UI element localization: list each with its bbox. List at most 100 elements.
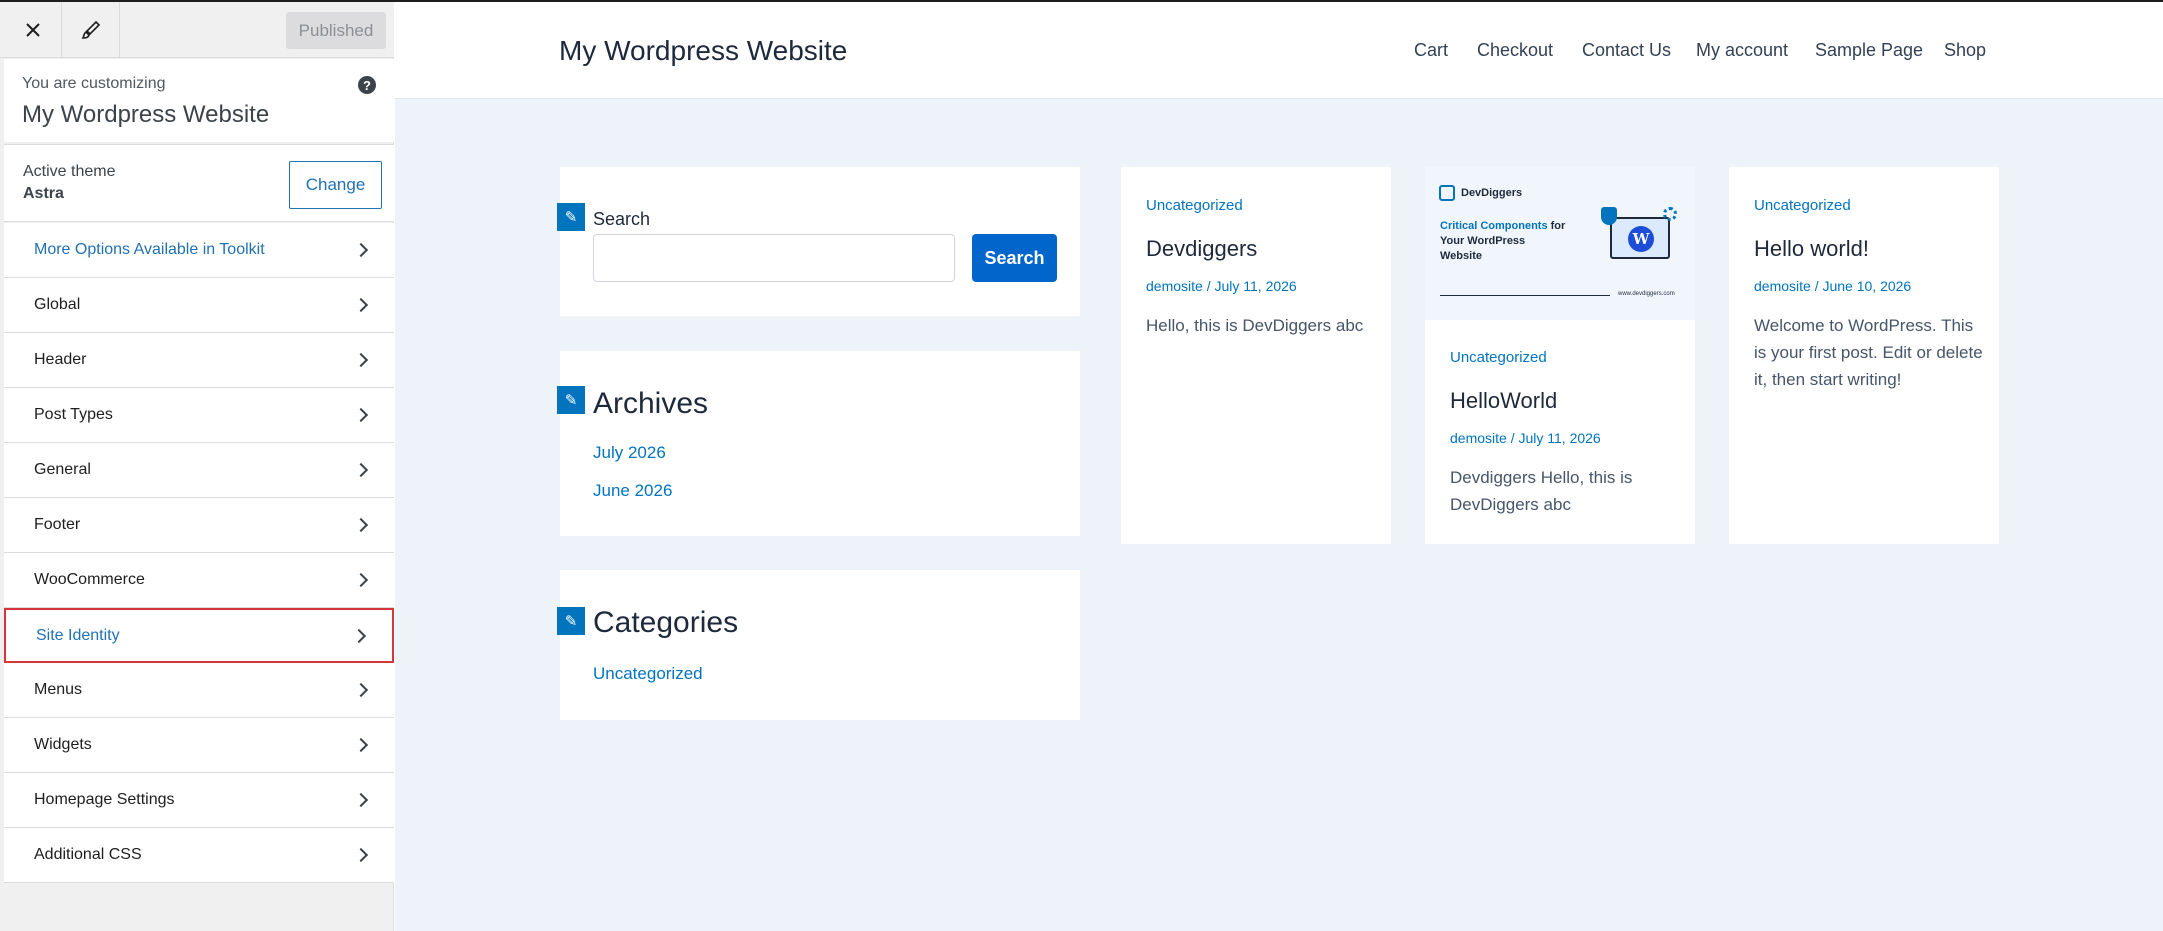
post-category[interactable]: Uncategorized xyxy=(1146,197,1243,214)
category-link[interactable]: Uncategorized xyxy=(593,664,703,684)
menu-item-widgets[interactable]: Widgets xyxy=(4,718,394,773)
customizer-app: Published You are customizing My Wordpre… xyxy=(0,0,2163,931)
customizer-topbar: Published xyxy=(0,2,394,58)
wordpress-icon: W xyxy=(1628,226,1654,252)
menu-item-additional-css[interactable]: Additional CSS xyxy=(4,828,394,883)
customizing-label: You are customizing xyxy=(22,75,166,92)
categories-widget: ✎ Categories Uncategorized xyxy=(557,570,1080,720)
menu-item-label: More Options Available in Toolkit xyxy=(34,241,265,258)
chevron-right-icon xyxy=(353,462,369,478)
close-button[interactable] xyxy=(4,2,62,58)
shield-icon xyxy=(1601,207,1617,225)
menu-item-footer[interactable]: Footer xyxy=(4,498,394,553)
chevron-right-icon xyxy=(353,242,369,258)
change-theme-button[interactable]: Change xyxy=(289,161,382,209)
post-title[interactable]: Hello world! xyxy=(1754,236,1869,262)
menu-item-site-identity[interactable]: Site Identity xyxy=(4,608,394,663)
post-card: DevDiggers Critical Components for Your … xyxy=(1425,167,1695,544)
menu-item-label: Global xyxy=(34,296,81,313)
menu-item-label: WooCommerce xyxy=(34,571,145,588)
menu-item-menus[interactable]: Menus xyxy=(4,663,394,718)
brush-icon xyxy=(81,20,100,39)
archive-link[interactable]: July 2026 xyxy=(593,443,666,463)
search-input[interactable] xyxy=(593,234,955,282)
post-category[interactable]: Uncategorized xyxy=(1754,197,1851,214)
menu-item-toolkit[interactable]: More Options Available in Toolkit xyxy=(4,223,394,278)
customizer-sidebar: Published You are customizing My Wordpre… xyxy=(0,2,394,931)
menu-item-label: Additional CSS xyxy=(34,846,142,863)
pencil-icon[interactable]: ✎ xyxy=(557,203,585,231)
chevron-right-icon xyxy=(353,407,369,423)
device-preview-button[interactable] xyxy=(62,2,120,58)
pencil-icon[interactable]: ✎ xyxy=(557,386,585,414)
archive-link[interactable]: June 2026 xyxy=(593,481,672,501)
search-widget: ✎ Search Search xyxy=(557,167,1080,316)
post-category[interactable]: Uncategorized xyxy=(1450,349,1547,366)
nav-item-contact-us[interactable]: Contact Us xyxy=(1582,40,1671,61)
menu-item-label: Menus xyxy=(34,681,83,698)
active-theme-section: Active theme Astra Change xyxy=(4,144,394,222)
nav-item-sample-page[interactable]: Sample Page xyxy=(1815,40,1923,61)
arrow-icon xyxy=(1440,295,1610,296)
post-meta[interactable]: demosite / July 11, 2026 xyxy=(1146,278,1297,294)
menu-item-global[interactable]: Global xyxy=(4,278,394,333)
customizing-site-title: My Wordpress Website xyxy=(22,101,270,128)
nav-item-my-account[interactable]: My account xyxy=(1696,40,1788,61)
chevron-right-icon xyxy=(353,847,369,863)
menu-item-label: General xyxy=(34,461,91,478)
active-theme-label: Active theme xyxy=(23,163,116,180)
customizing-info: You are customizing My Wordpress Website… xyxy=(4,59,394,142)
menu-item-woocommerce[interactable]: WooCommerce xyxy=(4,553,394,608)
pencil-icon[interactable]: ✎ xyxy=(557,607,585,635)
site-preview: My Wordpress Website Cart Checkout Conta… xyxy=(395,2,2163,931)
post-card: Uncategorized Devdiggers demosite / July… xyxy=(1121,167,1391,544)
menu-item-label: Site Identity xyxy=(36,626,120,644)
post-excerpt: Devdiggers Hello, this is DevDiggers abc xyxy=(1450,468,1633,514)
menu-item-label: Header xyxy=(34,351,87,368)
devdiggers-logo-icon xyxy=(1439,185,1455,201)
menu-item-label: Homepage Settings xyxy=(34,791,175,808)
active-theme-name: Astra xyxy=(23,185,64,202)
question-icon[interactable]: ? xyxy=(358,76,376,94)
thumbnail-line3: Website xyxy=(1440,250,1482,262)
menu-item-header[interactable]: Header xyxy=(4,333,394,388)
chevron-right-icon xyxy=(353,737,369,753)
nav-item-cart[interactable]: Cart xyxy=(1414,40,1448,61)
close-icon xyxy=(25,23,40,37)
gear-icon xyxy=(1663,207,1677,221)
post-excerpt: Hello, this is DevDiggers abc xyxy=(1146,316,1364,335)
search-label: Search xyxy=(593,209,651,229)
chevron-right-icon xyxy=(351,628,367,643)
menu-item-post-types[interactable]: Post Types xyxy=(4,388,394,443)
thumbnail-url: www.devdiggers.com xyxy=(1618,291,1675,297)
chevron-right-icon xyxy=(353,352,369,368)
thumbnail-headline: Critical Components for xyxy=(1440,220,1566,232)
post-card: Uncategorized Hello world! demosite / Ju… xyxy=(1729,167,1999,544)
post-excerpt: Welcome to WordPress. This is your first… xyxy=(1754,316,1983,389)
menu-item-general[interactable]: General xyxy=(4,443,394,498)
chevron-right-icon xyxy=(353,517,369,533)
archives-widget: ✎ Archives July 2026 June 2026 xyxy=(557,351,1080,536)
customizer-menu: More Options Available in Toolkit Global… xyxy=(4,223,394,883)
nav-item-checkout[interactable]: Checkout xyxy=(1477,40,1553,61)
menu-item-label: Widgets xyxy=(34,736,92,753)
menu-item-label: Footer xyxy=(34,516,81,533)
chevron-right-icon xyxy=(353,682,369,698)
nav-item-shop[interactable]: Shop xyxy=(1944,40,1986,61)
chevron-right-icon xyxy=(353,792,369,808)
thumbnail-line2: Your WordPress xyxy=(1440,235,1526,247)
post-title[interactable]: HelloWorld xyxy=(1450,388,1557,414)
post-meta[interactable]: demosite / June 10, 2026 xyxy=(1754,278,1911,294)
post-thumbnail[interactable]: DevDiggers Critical Components for Your … xyxy=(1425,167,1695,320)
menu-item-homepage-settings[interactable]: Homepage Settings xyxy=(4,773,394,828)
archives-title: Archives xyxy=(593,387,709,420)
post-title[interactable]: Devdiggers xyxy=(1146,236,1257,262)
primary-nav: Cart Checkout Contact Us My account Samp… xyxy=(395,40,2163,64)
search-button[interactable]: Search xyxy=(972,234,1057,282)
chevron-right-icon xyxy=(353,572,369,588)
post-meta[interactable]: demosite / July 11, 2026 xyxy=(1450,430,1601,446)
thumbnail-brand: DevDiggers xyxy=(1461,187,1523,199)
site-header: My Wordpress Website Cart Checkout Conta… xyxy=(395,2,2163,99)
menu-item-label: Post Types xyxy=(34,406,113,423)
published-button[interactable]: Published xyxy=(286,12,386,49)
